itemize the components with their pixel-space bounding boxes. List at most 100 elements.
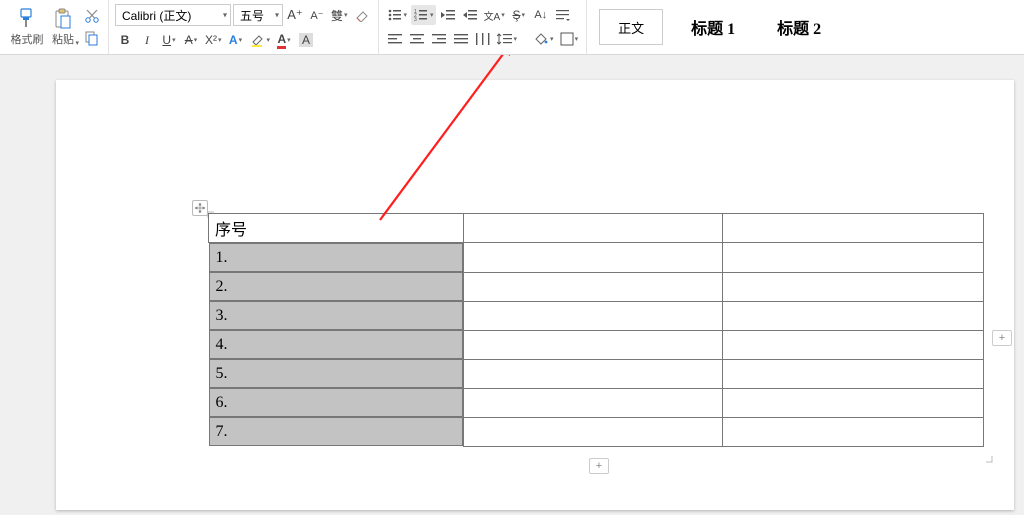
strikethrough-icon: A (185, 33, 193, 47)
table-row[interactable]: 3. (209, 301, 984, 330)
show-marks-button[interactable]: A↓ (531, 5, 551, 25)
cut-button[interactable] (82, 6, 102, 26)
numbering-icon: 123 (413, 8, 429, 22)
paste-label: 粘贴 (52, 31, 74, 47)
align-right-button[interactable] (429, 29, 449, 49)
add-column-button[interactable]: + (992, 330, 1012, 346)
sort-button[interactable]: Ş▾ (509, 5, 529, 25)
highlight-button[interactable]: ▾ (248, 30, 273, 50)
align-left-icon (388, 33, 402, 45)
table-cell[interactable] (463, 330, 722, 359)
font-name-select[interactable]: Calibri (正文) ▾ (115, 4, 231, 26)
bold-button[interactable]: B (115, 30, 135, 50)
align-justify-button[interactable] (451, 29, 471, 49)
table-row[interactable]: 7. (209, 417, 984, 446)
style-heading1[interactable]: 标题 1 (677, 9, 749, 45)
table-cell[interactable] (722, 330, 983, 359)
table-cell[interactable] (722, 417, 983, 446)
italic-button[interactable]: I (137, 30, 157, 50)
format-painter-button[interactable]: 格式刷 (10, 3, 44, 51)
indent-icon (462, 8, 478, 22)
line-break-button[interactable] (553, 5, 573, 25)
table-row[interactable]: 6. (209, 388, 984, 417)
document-table[interactable]: 序号 1. 2. 3. 4. 5. 6. 7. (208, 213, 984, 447)
align-left-button[interactable] (385, 29, 405, 49)
copy-button[interactable] (82, 28, 102, 48)
table-cell-selected[interactable]: 5. (209, 359, 463, 388)
table-cell[interactable] (722, 301, 983, 330)
table-cell-selected[interactable]: 3. (209, 301, 463, 330)
grow-font-button[interactable]: A⁺ (285, 5, 305, 25)
bullets-icon (387, 8, 403, 22)
style-normal-label: 正文 (618, 18, 644, 37)
clipboard-extra (82, 6, 102, 48)
table-cell-selected[interactable]: 1. (209, 243, 463, 272)
bullets-button[interactable]: ▾ (385, 5, 410, 25)
format-painter-label: 格式刷 (11, 31, 44, 47)
superscript-button[interactable]: X²▾ (203, 30, 224, 50)
decrease-indent-button[interactable] (438, 5, 458, 25)
table-cell[interactable] (722, 359, 983, 388)
plus-icon: + (999, 332, 1005, 344)
table-row[interactable]: 5. (209, 359, 984, 388)
table-cell[interactable] (722, 214, 983, 243)
underline-button[interactable]: U▾ (159, 30, 179, 50)
distribute-button[interactable] (473, 29, 493, 49)
table-cell[interactable] (463, 359, 722, 388)
table-cell-selected[interactable]: 4. (209, 330, 463, 359)
align-center-icon (410, 33, 424, 45)
outdent-icon (440, 8, 456, 22)
svg-text:3: 3 (414, 17, 417, 22)
numbering-button[interactable]: 123▾ (411, 5, 436, 25)
table-cell[interactable] (722, 388, 983, 417)
shrink-font-icon: A⁻ (310, 9, 323, 22)
align-center-button[interactable] (407, 29, 427, 49)
table-row[interactable]: 1. (209, 243, 984, 273)
table-cell[interactable] (722, 272, 983, 301)
increase-indent-button[interactable] (460, 5, 480, 25)
plus-icon: + (596, 460, 602, 472)
line-break-icon (555, 8, 571, 22)
font-color-button[interactable]: A▾ (274, 30, 294, 50)
table-corner-br (986, 456, 996, 466)
table-cell[interactable] (722, 243, 983, 273)
font-size-select[interactable]: 五号 ▾ (233, 4, 283, 26)
table-cell-selected[interactable]: 7. (209, 417, 463, 446)
format-painter-icon (17, 8, 37, 30)
paste-button[interactable]: 粘贴 ▾ (46, 3, 80, 51)
table-cell[interactable] (463, 272, 722, 301)
table-row[interactable]: 序号 (209, 214, 984, 243)
table-row[interactable]: 4. (209, 330, 984, 359)
paste-icon (53, 8, 73, 30)
text-direction-button[interactable]: 文A▾ (482, 5, 507, 25)
document-workspace: 序号 1. 2. 3. 4. 5. 6. 7. + + (0, 55, 1024, 515)
add-row-button[interactable]: + (589, 458, 609, 474)
text-effects-button[interactable]: A▾ (226, 30, 246, 50)
table-row[interactable]: 2. (209, 272, 984, 301)
table-cell[interactable] (463, 301, 722, 330)
font-size-value: 五号 (240, 7, 264, 24)
table-cell[interactable] (463, 243, 722, 273)
clear-formatting-button[interactable] (352, 5, 372, 25)
table-cell-selected[interactable]: 6. (209, 388, 463, 417)
line-spacing-button[interactable]: ▾ (495, 29, 520, 49)
borders-button[interactable]: ▾ (558, 29, 581, 49)
shading-button[interactable]: ▾ (531, 29, 556, 49)
scissors-icon (84, 8, 100, 24)
table-cell[interactable] (463, 214, 722, 243)
phonetic-guide-button[interactable]: 雙▾ (329, 5, 350, 25)
table-cell-selected[interactable]: 2. (209, 272, 463, 301)
table-cell[interactable] (463, 388, 722, 417)
table-header-cell[interactable]: 序号 (209, 214, 464, 243)
document-page[interactable]: 序号 1. 2. 3. 4. 5. 6. 7. + + (56, 80, 1014, 510)
style-heading2[interactable]: 标题 2 (763, 9, 835, 45)
shrink-font-button[interactable]: A⁻ (307, 5, 327, 25)
strikethrough-button[interactable]: A▾ (181, 30, 201, 50)
style-normal[interactable]: 正文 (599, 9, 663, 45)
pilcrow-icon: A↓ (534, 9, 547, 21)
borders-icon (560, 32, 574, 46)
table-cell[interactable] (463, 417, 722, 446)
distribute-icon (476, 33, 490, 45)
chevron-down-icon: ▾ (275, 11, 279, 20)
char-shading-button[interactable]: A (296, 30, 316, 50)
